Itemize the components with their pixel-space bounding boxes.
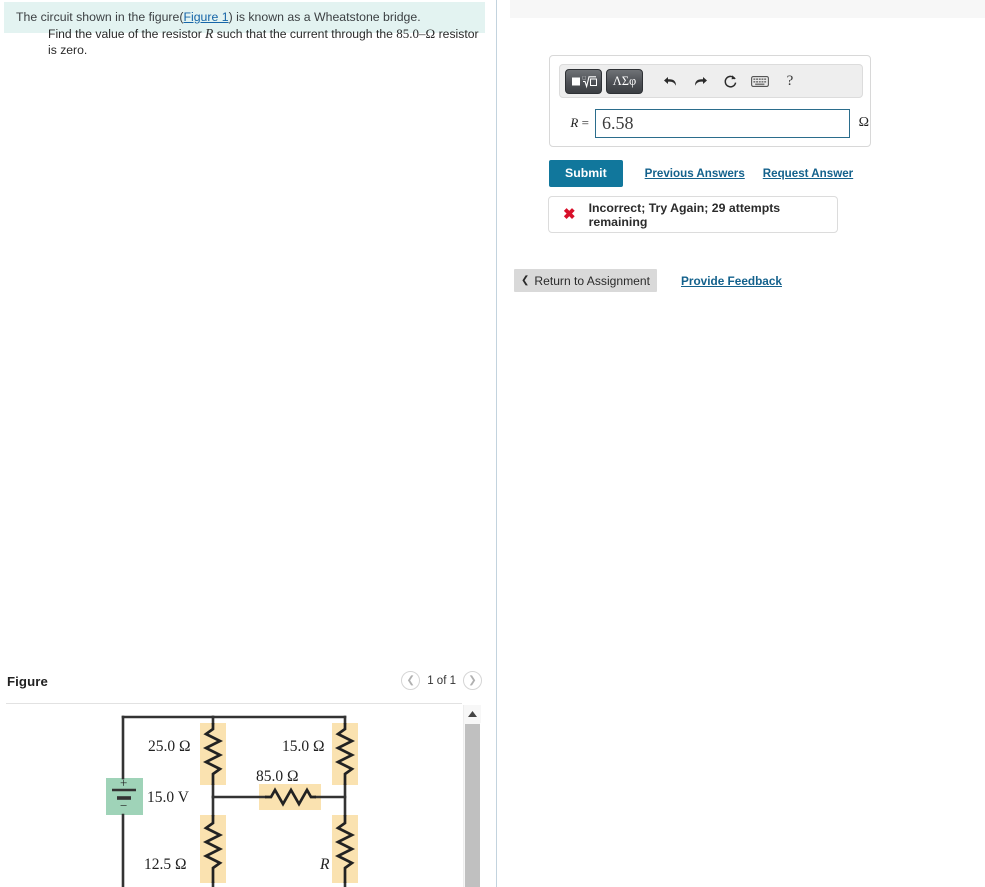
answer-label: R = (559, 115, 595, 131)
figure-1-link[interactable]: Figure 1 (183, 10, 228, 24)
feedback-message: Incorrect; Try Again; 29 attempts remain… (588, 200, 781, 229)
label-resistor-bottom-right: R (319, 856, 330, 873)
math-template-button[interactable]: □ (565, 68, 602, 94)
answer-equals: = (581, 115, 589, 130)
intro-text-before: The circuit shown in the figure( (16, 10, 184, 24)
label-resistor-top-left: 25.0 Ω (148, 738, 191, 755)
submit-button[interactable]: Submit (549, 160, 623, 187)
resistor-highlights (200, 723, 358, 883)
undo-icon[interactable] (657, 69, 683, 94)
answer-row: R = Ω (559, 108, 869, 138)
keyboard-icon[interactable] (747, 69, 773, 94)
answer-variable: R (570, 115, 579, 130)
question-prompt: Find the value of the resistor R such th… (48, 26, 488, 58)
question-ohm-symbol: Ω (425, 26, 436, 41)
label-voltage-source: 15.0 V (147, 789, 190, 806)
feedback-banner: ✖ Incorrect; Try Again; 29 attempts rema… (548, 196, 838, 233)
chevron-left-icon: ❮ (520, 275, 530, 286)
figure-header: Figure ❮ 1 of 1 ❯ (0, 671, 490, 706)
scrollbar-thumb[interactable] (465, 724, 480, 887)
answer-unit: Ω (858, 115, 869, 130)
battery-plus-sign: + (120, 775, 127, 790)
question-part-1: Find the value of the resistor (48, 27, 206, 41)
wheatstone-bridge-circuit: + − 25.0 Ω 15.0 Ω 85.0 Ω 12.5 Ω R 15.0 V (106, 715, 358, 887)
provide-feedback-link[interactable]: Provide Feedback (681, 274, 782, 288)
figure-divider (6, 703, 462, 704)
intro-text-after: ) is known as a Wheatstone bridge. (228, 10, 421, 24)
top-strip (510, 0, 985, 18)
figure-pager: ❮ 1 of 1 ❯ (401, 671, 482, 690)
battery-minus-sign: − (120, 798, 127, 813)
scroll-up-arrow-icon[interactable] (464, 705, 481, 723)
question-value: 85.0 (396, 26, 420, 41)
label-resistor-bridge: 85.0 Ω (256, 768, 299, 785)
label-resistor-top-right: 15.0 Ω (282, 738, 325, 755)
answer-card: □ ΛΣφ ? R = 6.58 Ω (549, 55, 871, 147)
left-panel: The circuit shown in the figure(Figure 1… (0, 0, 490, 887)
figure-title: Figure (7, 674, 48, 689)
figure-scrollbar[interactable] (463, 705, 481, 887)
figure-prev-button[interactable]: ❮ (401, 671, 421, 690)
x-mark-icon: ✖ (563, 206, 576, 223)
submit-row: Submit Previous Answers Request Answer (549, 160, 853, 187)
math-toolbar: □ ΛΣφ ? (559, 64, 863, 98)
problem-page: The circuit shown in the figure(Figure 1… (0, 0, 985, 887)
figure-page-count: 1 of 1 (427, 674, 456, 687)
answer-input[interactable] (594, 108, 850, 138)
greek-symbols-button[interactable]: ΛΣφ (606, 68, 643, 94)
return-to-assignment-label: Return to Assignment (534, 273, 650, 288)
figure-viewport: + − 25.0 Ω 15.0 Ω 85.0 Ω 12.5 Ω R 15.0 V (0, 705, 463, 887)
help-icon[interactable]: ? (777, 69, 803, 94)
redo-icon[interactable] (687, 69, 713, 94)
figure-next-button[interactable]: ❯ (463, 671, 482, 690)
return-to-assignment-button[interactable]: ❮ Return to Assignment (514, 269, 657, 292)
svg-text:□: □ (582, 75, 586, 81)
previous-answers-link[interactable]: Previous Answers (645, 167, 745, 180)
reset-icon[interactable] (717, 69, 743, 94)
label-resistor-bottom-left: 12.5 Ω (144, 856, 187, 873)
question-part-2: such that the current through the (213, 27, 397, 41)
request-answer-link[interactable]: Request Answer (763, 167, 853, 180)
